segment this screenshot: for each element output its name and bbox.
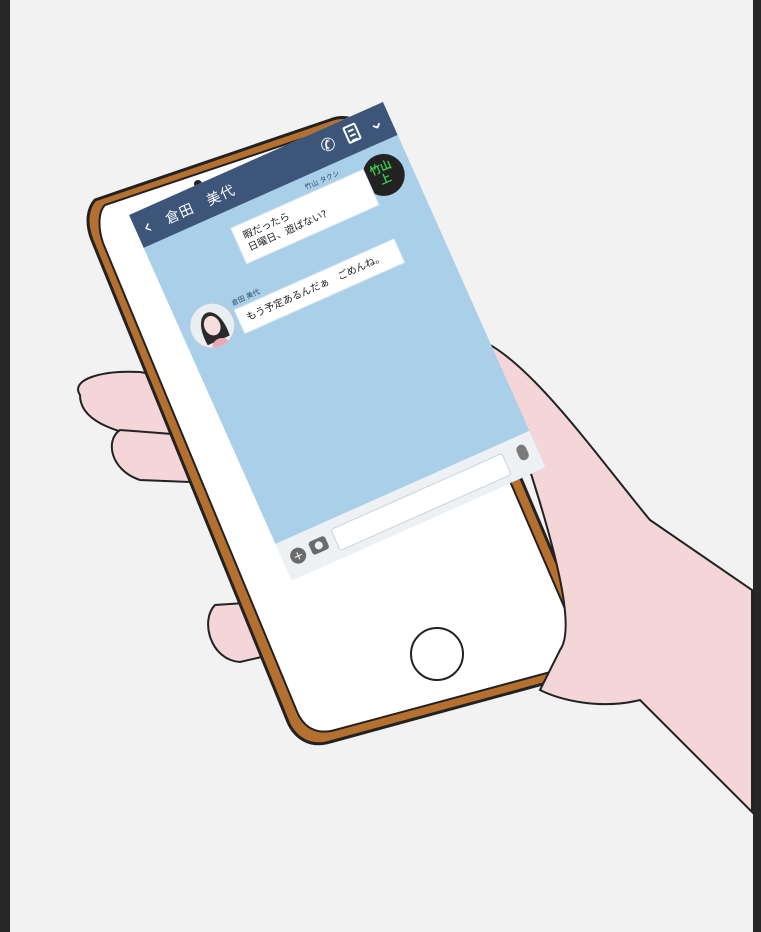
badge-text-bottom: 上 [377,170,394,188]
phone-icon[interactable]: ✆ [317,133,340,159]
camera-icon[interactable] [307,535,330,556]
plus-icon[interactable]: + [287,545,309,567]
mic-icon[interactable] [514,443,531,462]
home-button [410,627,464,681]
chevron-left-icon[interactable]: ‹ [139,211,164,239]
clipboard-icon[interactable] [341,122,363,145]
chevron-down-icon[interactable]: ⌄ [364,111,387,137]
message-line: もう予定あるんだぁ ごめんね。 [245,252,387,324]
